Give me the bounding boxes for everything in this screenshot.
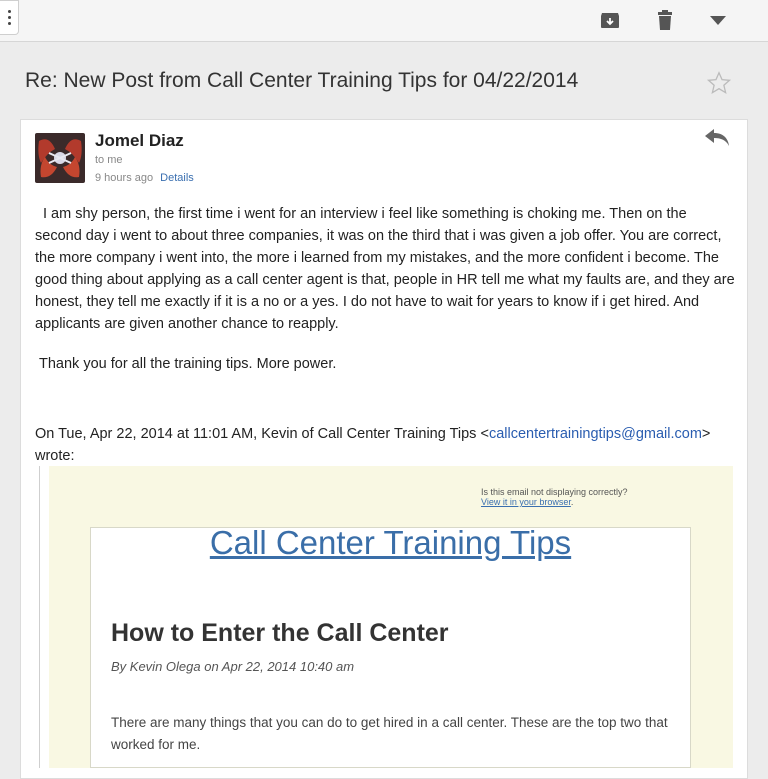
quote-bar <box>39 466 40 768</box>
email-subject: Re: New Post from Call Center Training T… <box>25 69 579 92</box>
recipient-line: to me <box>95 154 123 166</box>
browser-notice-suffix: . <box>570 497 574 507</box>
message-thanks: Thank you for all the training tips. Mor… <box>39 356 337 372</box>
avatar[interactable] <box>35 133 85 183</box>
quote-header: On Tue, Apr 22, 2014 at 11:01 AM, Kevin … <box>35 423 735 467</box>
archive-icon[interactable] <box>599 9 621 31</box>
sender-name[interactable]: Jomel Diaz <box>95 131 184 151</box>
message-time: 9 hours ago <box>95 172 154 184</box>
message-paragraph: I am shy person, the first time i went f… <box>35 206 735 332</box>
post-title: How to Enter the Call Center <box>111 619 449 647</box>
details-link[interactable]: Details <box>160 172 194 184</box>
sender-email-link[interactable]: callcentertrainingtips@gmail.com <box>489 426 702 442</box>
view-in-browser-link[interactable]: View it in your browser <box>481 497 571 507</box>
reply-icon[interactable] <box>703 126 731 148</box>
browser-notice: Is this email not displaying correctly? … <box>481 487 628 507</box>
vertical-dots-icon[interactable] <box>0 0 19 35</box>
post-excerpt: There are many things that you can do to… <box>111 715 668 752</box>
quote-header-prefix: On Tue, Apr 22, 2014 at 11:01 AM, Kevin … <box>35 426 489 442</box>
newsletter-brand-link[interactable]: Call Center Training Tips <box>90 524 691 562</box>
chevron-down-icon[interactable] <box>707 9 729 31</box>
top-toolbar <box>0 0 768 42</box>
trash-icon[interactable] <box>654 9 676 31</box>
post-byline: By Kevin Olega on Apr 22, 2014 10:40 am <box>111 659 355 674</box>
browser-notice-text: Is this email not displaying correctly? <box>481 487 628 497</box>
subject-row: Re: New Post from Call Center Training T… <box>0 42 768 118</box>
star-icon[interactable] <box>706 70 732 96</box>
message-body: I am shy person, the first time i went f… <box>35 203 735 335</box>
message-meta: 9 hours ago Details <box>95 172 194 184</box>
